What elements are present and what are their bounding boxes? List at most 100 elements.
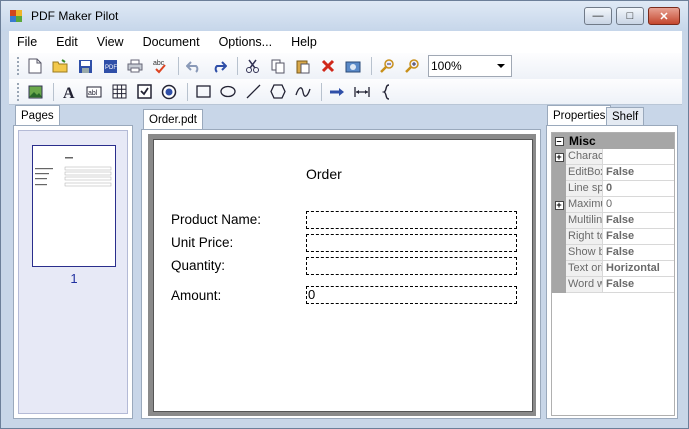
copy-button[interactable] — [267, 55, 289, 77]
property-value[interactable]: False — [603, 213, 674, 229]
text-tool[interactable]: A — [58, 81, 80, 103]
page-thumbnail[interactable] — [32, 145, 116, 267]
object-toolbar: A abl — [9, 79, 682, 105]
property-value[interactable]: 0 — [603, 181, 674, 197]
ellipse-tool[interactable] — [217, 81, 239, 103]
label-unit-price[interactable]: Unit Price: — [171, 235, 233, 250]
maximize-button[interactable]: □ — [616, 7, 644, 25]
menu-help[interactable]: Help — [291, 35, 317, 49]
property-value[interactable] — [603, 149, 674, 165]
tab-properties[interactable]: Properties — [547, 105, 612, 126]
minimize-button[interactable]: — — [584, 7, 612, 25]
form-title[interactable]: Order — [306, 166, 342, 182]
property-value[interactable]: False — [603, 165, 674, 181]
property-row[interactable]: + Maximum 0 — [552, 197, 674, 213]
tab-document[interactable]: Order.pdt — [143, 109, 203, 130]
zoom-in-button[interactable] — [401, 55, 423, 77]
field-amount[interactable]: 0 — [306, 286, 517, 304]
label-amount[interactable]: Amount: — [171, 288, 221, 303]
line-tool[interactable] — [242, 81, 264, 103]
paste-icon — [296, 60, 310, 74]
tab-shelf[interactable]: Shelf — [606, 107, 645, 126]
property-row[interactable]: Line spacing 0 — [552, 181, 674, 197]
tab-document-label: Order.pdt — [149, 114, 197, 126]
properties-panel: – Misc + Characters EditBox False Line s… — [546, 125, 678, 419]
new-button[interactable] — [24, 55, 46, 77]
menu-file[interactable]: File — [17, 35, 37, 49]
property-row[interactable]: EditBox False — [552, 165, 674, 181]
main-toolbar: PDF abc 100% — [9, 53, 682, 79]
arrow-tool[interactable] — [326, 81, 348, 103]
zoom-select[interactable]: 100% — [428, 55, 512, 77]
field-quantity[interactable] — [306, 257, 517, 275]
document-page[interactable]: Order Product Name: Unit Price: Quantity… — [153, 139, 533, 412]
category-misc[interactable]: – Misc — [552, 133, 674, 149]
field-unit-price[interactable] — [306, 234, 517, 252]
toolbar-grip[interactable] — [17, 57, 20, 75]
cut-button[interactable] — [242, 55, 264, 77]
svg-text:A: A — [63, 85, 75, 100]
svg-text:abl: abl — [88, 90, 98, 97]
property-value[interactable]: Horizontal — [603, 261, 674, 277]
zoom-out-button[interactable] — [376, 55, 398, 77]
property-value[interactable]: False — [603, 229, 674, 245]
save-pdf-button[interactable]: PDF — [99, 55, 121, 77]
spellcheck-button[interactable]: abc — [149, 55, 171, 77]
property-row[interactable]: + Characters — [552, 149, 674, 165]
picture-tool[interactable] — [24, 81, 46, 103]
open-folder-icon — [52, 59, 68, 73]
expand-icon[interactable]: + — [552, 149, 566, 165]
property-value[interactable]: False — [603, 245, 674, 261]
delete-button[interactable] — [317, 55, 339, 77]
field-product-name[interactable] — [306, 211, 517, 229]
checkbox-tool[interactable] — [133, 81, 155, 103]
image-button[interactable] — [342, 55, 364, 77]
property-row[interactable]: Multiline False — [552, 213, 674, 229]
collapse-icon[interactable]: – — [552, 133, 566, 149]
open-button[interactable] — [49, 55, 71, 77]
property-name: Right to left — [566, 229, 603, 245]
spellcheck-icon: abc — [153, 60, 166, 74]
property-value[interactable]: False — [603, 277, 674, 293]
toolbar-grip[interactable] — [17, 82, 20, 101]
close-button[interactable]: ✕ — [648, 7, 680, 25]
editbox-tool[interactable]: abl — [83, 81, 105, 103]
expand-icon[interactable]: + — [552, 197, 566, 213]
text-a-icon: A — [63, 85, 75, 100]
redo-button[interactable] — [208, 55, 230, 77]
tab-pages[interactable]: Pages — [15, 105, 60, 125]
property-row[interactable]: Text orientation Horizontal — [552, 261, 674, 277]
table-tool[interactable] — [108, 81, 130, 103]
property-row[interactable]: Word wrap False — [552, 277, 674, 293]
toolbar-separator — [371, 57, 372, 75]
line-icon — [246, 84, 260, 99]
print-button[interactable] — [124, 55, 146, 77]
property-row[interactable]: Show border False — [552, 245, 674, 261]
property-value[interactable]: 0 — [603, 197, 674, 213]
menu-edit[interactable]: Edit — [56, 35, 78, 49]
menu-document[interactable]: Document — [143, 35, 200, 49]
brace-tool[interactable] — [376, 81, 398, 103]
polygon-tool[interactable] — [267, 81, 289, 103]
label-product-name[interactable]: Product Name: — [171, 212, 261, 227]
radio-tool[interactable] — [158, 81, 180, 103]
label-quantity[interactable]: Quantity: — [171, 258, 225, 273]
property-name: Multiline — [566, 213, 603, 229]
save-button[interactable] — [74, 55, 96, 77]
rectangle-tool[interactable] — [192, 81, 214, 103]
menu-view[interactable]: View — [97, 35, 124, 49]
toolbar-separator — [321, 82, 322, 101]
paste-button[interactable] — [292, 55, 314, 77]
curve-tool[interactable] — [292, 81, 314, 103]
property-name: EditBox — [566, 165, 603, 181]
toolbar-separator — [187, 82, 188, 101]
dimension-tool[interactable] — [351, 81, 373, 103]
tab-pages-label: Pages — [21, 109, 54, 122]
properties-grid: – Misc + Characters EditBox False Line s… — [551, 132, 675, 416]
radio-button-icon — [161, 84, 177, 99]
undo-button[interactable] — [183, 55, 205, 77]
menu-options[interactable]: Options... — [219, 35, 273, 49]
dimension-icon — [354, 86, 370, 97]
camera-icon — [345, 61, 361, 73]
property-row[interactable]: Right to left False — [552, 229, 674, 245]
